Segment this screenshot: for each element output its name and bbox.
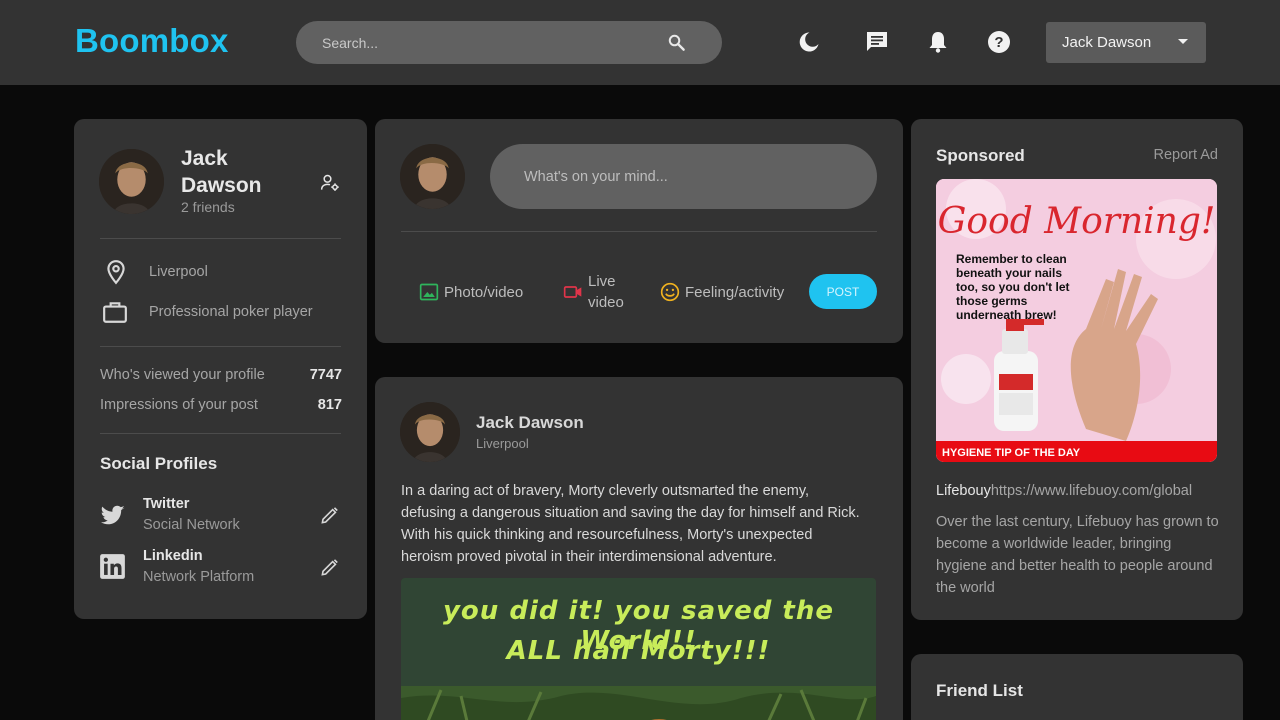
profile-occupation: Professional poker player [149, 304, 313, 320]
avatar[interactable] [400, 402, 460, 462]
composer-field [490, 144, 877, 209]
user-menu-name: Jack Dawson [1062, 34, 1152, 51]
divider [100, 433, 341, 434]
ad-band-text: HYGIENE TIP OF THE DAY [942, 447, 1081, 459]
social-linkedin-sub: Network Platform [143, 569, 255, 585]
top-navbar: Boombox ? Jack Dawson [0, 0, 1280, 85]
ad-image[interactable]: Good Morning! Remember to clean beneath … [936, 179, 1217, 462]
live-video-label-line2: video [588, 294, 624, 311]
search-input[interactable] [322, 21, 652, 64]
friend-list-title: Friend List [936, 681, 1023, 700]
sponsored-card: Sponsored Report Ad Good Morning! Rememb… [911, 119, 1243, 620]
feed-post-card: Jack Dawson Liverpool In a daring act of… [375, 377, 903, 720]
divider [100, 346, 341, 347]
briefcase-icon [103, 302, 127, 323]
ad-description: Over the last century, Lifebuoy has grow… [936, 514, 1219, 596]
svg-text:?: ? [994, 34, 1003, 51]
avatar[interactable] [99, 149, 164, 214]
post-author-location: Liverpool [476, 436, 529, 451]
image-icon [419, 283, 439, 301]
edit-linkedin-pencil-icon[interactable] [320, 558, 339, 577]
post-body-text: In a daring act of bravery, Morty clever… [401, 483, 860, 565]
stat-value-impressions: 817 [317, 397, 342, 413]
moon-icon[interactable] [797, 30, 821, 54]
ad-body-text: Remember to clean beneath your nails too… [956, 252, 1070, 322]
ad-brand-name[interactable]: Lifebouy [936, 483, 991, 499]
location-icon [107, 260, 125, 285]
ad-url-link[interactable]: https://www.lifebuoy.com/global [991, 483, 1192, 499]
friend-list-card: Friend List [911, 654, 1243, 720]
avatar[interactable] [400, 144, 465, 209]
stat-value-profile-views: 7747 [309, 367, 342, 383]
ad-brand-line: Lifebouyhttps://www.lifebuoy.com/global [936, 483, 1192, 499]
social-twitter-name[interactable]: Twitter [143, 496, 189, 512]
help-icon[interactable]: ? [987, 30, 1011, 54]
photo-video-label: Photo/video [444, 284, 524, 301]
stat-label-impressions: Impressions of your post [100, 397, 258, 413]
post-button[interactable]: POST [809, 274, 877, 309]
meme-caption-line2: ALL hail Morty!!! [506, 636, 771, 666]
whats-on-your-mind-input[interactable] [524, 144, 854, 209]
profile-name[interactable]: Jack Dawson [181, 145, 281, 199]
video-icon [563, 286, 582, 298]
social-profiles-title: Social Profiles [100, 454, 218, 473]
smiley-icon [660, 282, 680, 302]
feeling-activity-label: Feeling/activity [685, 284, 785, 301]
search-icon[interactable] [667, 33, 686, 52]
divider [100, 238, 341, 239]
post-image[interactable]: you did it! you saved the World!! ALL ha… [401, 578, 876, 720]
profile-location: Liverpool [149, 264, 208, 280]
profile-card: Jack Dawson 2 friends Liverpool Professi… [74, 119, 367, 619]
linkedin-icon [100, 554, 125, 579]
divider [401, 231, 877, 232]
search-bar [296, 21, 722, 64]
manage-account-icon[interactable] [320, 173, 340, 193]
social-linkedin-name[interactable]: Linkedin [143, 548, 203, 564]
profile-friends-count[interactable]: 2 friends [181, 199, 235, 215]
post-composer-card: Photo/video Live video Feeling/activity … [375, 119, 903, 343]
post-author-name[interactable]: Jack Dawson [476, 413, 584, 433]
edit-twitter-pencil-icon[interactable] [320, 506, 339, 525]
chat-icon[interactable] [865, 30, 889, 54]
sponsored-title: Sponsored [936, 146, 1025, 165]
social-twitter-sub: Social Network [143, 517, 240, 533]
stat-label-profile-views: Who's viewed your profile [100, 367, 265, 383]
user-menu-button[interactable]: Jack Dawson [1046, 22, 1206, 63]
live-video-label-line1: Live [588, 273, 616, 290]
ad-headline: Good Morning! [937, 201, 1216, 242]
bell-icon[interactable] [926, 30, 950, 54]
chevron-down-icon [1178, 39, 1188, 44]
twitter-icon [101, 505, 125, 525]
app-logo[interactable]: Boombox [75, 22, 229, 60]
report-ad-link[interactable]: Report Ad [1154, 147, 1219, 163]
